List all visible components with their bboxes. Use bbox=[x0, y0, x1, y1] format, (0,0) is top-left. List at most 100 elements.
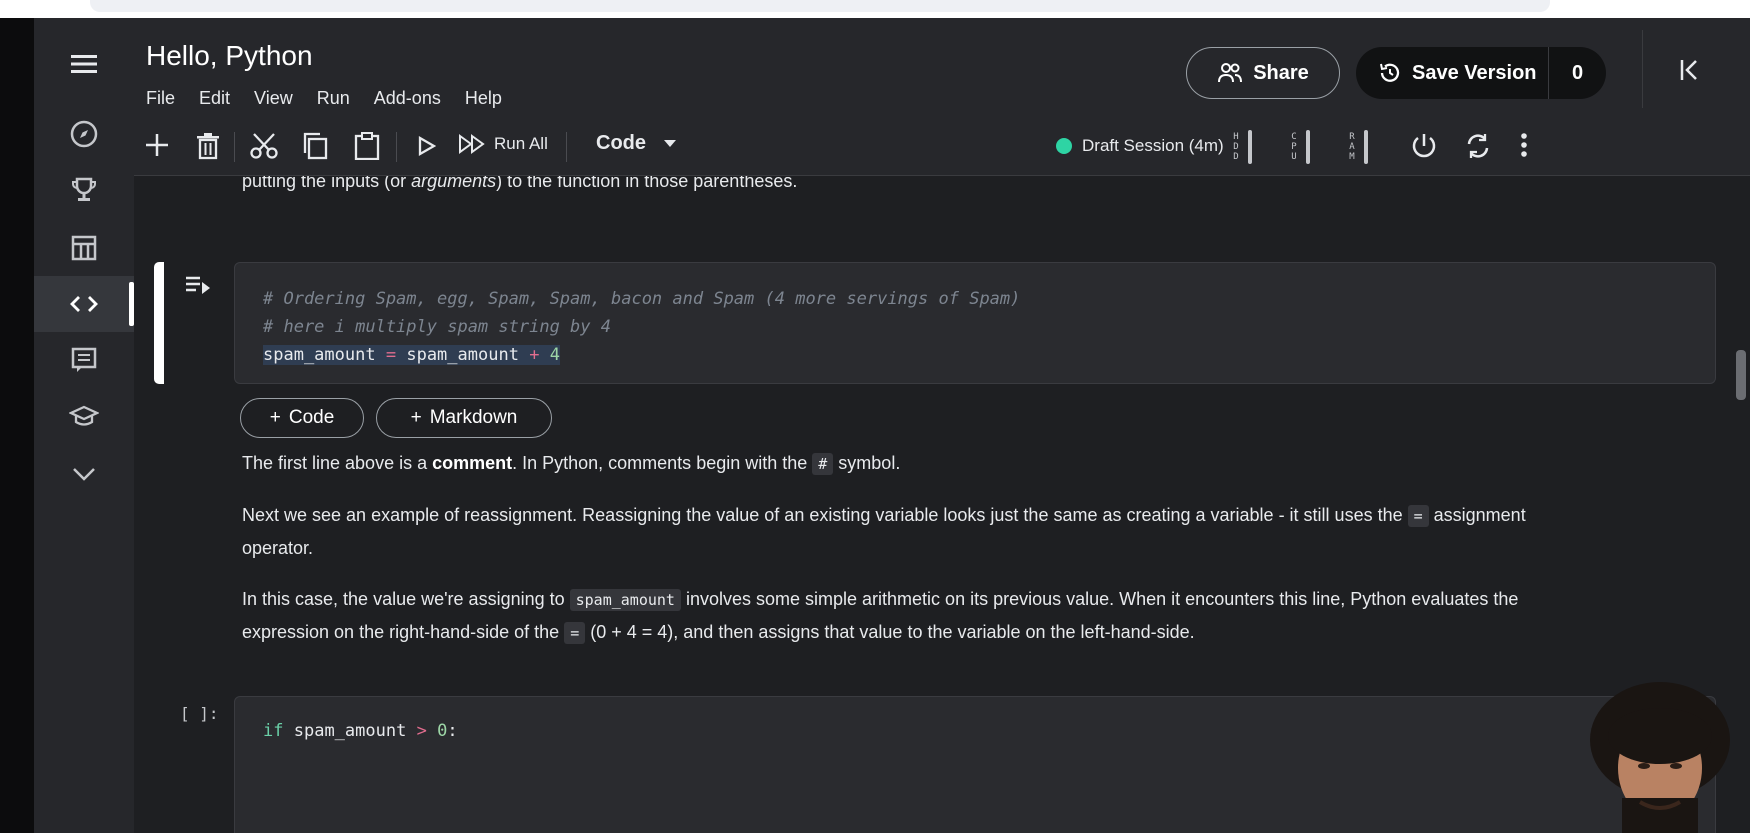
active-cell-indicator bbox=[154, 262, 164, 384]
scrollbar-thumb[interactable] bbox=[1736, 350, 1746, 400]
trophy-icon[interactable] bbox=[34, 162, 134, 218]
menu-view[interactable]: View bbox=[254, 88, 293, 109]
paste-icon[interactable] bbox=[354, 132, 380, 160]
cpu-meter[interactable]: C P U bbox=[1290, 130, 1310, 164]
hdd-meter[interactable]: H D D bbox=[1232, 130, 1252, 164]
code-number: 4 bbox=[549, 345, 560, 365]
menu-file[interactable]: File bbox=[146, 88, 175, 109]
run-all-label: Run All bbox=[494, 134, 548, 153]
code-line-1: # Ordering Spam, egg, Spam, Spam, bacon … bbox=[263, 289, 1021, 309]
cut-icon[interactable] bbox=[250, 132, 278, 160]
markdown-cell-top[interactable]: putting the inputs (or arguments) to the… bbox=[242, 176, 797, 194]
cell2-op: > bbox=[416, 721, 427, 741]
power-icon[interactable] bbox=[1410, 132, 1438, 160]
markdown-paragraph-1: The first line above is a comment. In Py… bbox=[242, 450, 900, 477]
p1-mid: . In Python, comments begin with the bbox=[512, 453, 813, 473]
p1-pre: The first line above is a bbox=[242, 453, 433, 473]
compass-icon[interactable] bbox=[34, 106, 134, 162]
browser-chrome bbox=[0, 0, 1750, 18]
learn-cap-icon[interactable] bbox=[34, 388, 134, 444]
cell2-colon: : bbox=[447, 721, 458, 741]
save-version-button[interactable]: Save Version 0 bbox=[1356, 47, 1606, 99]
more-options-icon[interactable] bbox=[1520, 132, 1528, 158]
code-line-2: # here i multiply spam string by 4 bbox=[263, 317, 611, 337]
share-label: Share bbox=[1253, 61, 1309, 84]
delete-icon[interactable] bbox=[196, 132, 220, 160]
p3-post: involves some simple arithmetic on its p… bbox=[680, 589, 1519, 609]
code-line-3: spam_amount = spam_amount + 4 bbox=[263, 345, 560, 365]
caret-down-icon bbox=[664, 139, 676, 147]
collapse-panel-icon[interactable] bbox=[1678, 58, 1702, 87]
p3-line2-code: = bbox=[564, 622, 586, 644]
restart-icon[interactable] bbox=[1464, 132, 1492, 160]
cell2-number: 0 bbox=[437, 721, 448, 741]
session-label: Draft Session (4m) bbox=[1082, 136, 1224, 155]
menu-run[interactable]: Run bbox=[317, 88, 350, 109]
hdd-label: H D D bbox=[1233, 132, 1239, 162]
table-icon[interactable] bbox=[34, 220, 134, 276]
chevron-down-icon[interactable] bbox=[34, 446, 134, 502]
hamburger-menu-icon[interactable] bbox=[34, 36, 134, 92]
cell2-var: spam_amount bbox=[293, 721, 407, 741]
md-top-em: arguments bbox=[411, 176, 497, 191]
run-all-button[interactable]: Run All bbox=[458, 134, 548, 154]
ram-bar bbox=[1364, 130, 1368, 164]
copy-icon[interactable] bbox=[302, 132, 328, 160]
save-version-count[interactable]: 0 bbox=[1548, 47, 1606, 99]
ram-meter[interactable]: R A M bbox=[1348, 130, 1368, 164]
code-cell-editor[interactable]: # Ordering Spam, egg, Spam, Spam, bacon … bbox=[234, 262, 1716, 384]
menu-help[interactable]: Help bbox=[465, 88, 502, 109]
discussion-icon[interactable] bbox=[34, 332, 134, 388]
menu-bar: File Edit View Run Add-ons Help bbox=[146, 88, 502, 109]
menu-add-ons[interactable]: Add-ons bbox=[374, 88, 441, 109]
p3-code: spam_amount bbox=[569, 589, 681, 611]
p2-code: = bbox=[1407, 505, 1429, 527]
add-cell-icon[interactable] bbox=[144, 132, 170, 158]
ram-label: R A M bbox=[1349, 132, 1355, 162]
cell-type-label: Code bbox=[596, 132, 646, 154]
cell2-keyword: if bbox=[263, 721, 284, 741]
notebook-toolbar: Run All Code Draft Session (4m) H D D C … bbox=[134, 118, 1750, 176]
hdd-bar bbox=[1248, 130, 1252, 164]
notebook-title[interactable]: Hello, Python bbox=[146, 40, 313, 72]
share-button[interactable]: Share bbox=[1186, 47, 1340, 99]
cell-output-toggle-icon[interactable] bbox=[184, 274, 212, 301]
plus-icon: + bbox=[410, 407, 422, 428]
notebook-content: putting the inputs (or arguments) to the… bbox=[134, 176, 1734, 833]
cell-execution-prompt: [ ]: bbox=[180, 704, 219, 723]
notebook-header: Hello, Python File Edit View Run Add-ons… bbox=[134, 18, 1750, 176]
add-markdown-cell-button[interactable]: + Markdown bbox=[376, 398, 552, 438]
add-code-cell-button[interactable]: + Code bbox=[240, 398, 364, 438]
session-status[interactable]: Draft Session (4m) bbox=[1056, 136, 1224, 156]
markdown-paragraph-3: In this case, the value we're assigning … bbox=[242, 586, 1722, 646]
add-markdown-label: Markdown bbox=[429, 407, 518, 428]
md-top-tail: ) to the function in those parentheses. bbox=[496, 176, 798, 191]
p1-code: # bbox=[812, 453, 834, 475]
p2-post: assignment bbox=[1428, 505, 1526, 525]
code-plus-op: + bbox=[529, 345, 540, 365]
p3-pre: In this case, the value we're assigning … bbox=[242, 589, 570, 609]
save-version-label: Save Version bbox=[1412, 61, 1537, 84]
code-cell-2-editor[interactable]: if spam_amount > 0: bbox=[234, 696, 1716, 833]
p3-line2-pre: expression on the right-hand-side of the bbox=[242, 622, 565, 642]
cpu-label: C P U bbox=[1291, 132, 1297, 162]
p1-bold: comment bbox=[432, 453, 513, 473]
presenter-webcam-image bbox=[1560, 680, 1750, 833]
fast-forward-icon bbox=[459, 134, 485, 154]
md-top-text: putting the inputs (or bbox=[242, 176, 412, 191]
markdown-paragraph-2: Next we see an example of reassignment. … bbox=[242, 502, 1722, 561]
run-cell-icon[interactable] bbox=[418, 136, 436, 156]
cell-type-select[interactable]: Code bbox=[596, 132, 676, 155]
p1-post: symbol. bbox=[833, 453, 901, 473]
code-assign-op: = bbox=[385, 345, 397, 365]
people-icon bbox=[1218, 63, 1243, 83]
code-icon[interactable] bbox=[34, 276, 134, 332]
cell2-code-line: if spam_amount > 0: bbox=[263, 721, 458, 741]
code-var-2: spam_amount bbox=[406, 345, 519, 365]
p3-line2-post: (0 + 4 = 4), and then assigns that value… bbox=[585, 622, 1195, 642]
menu-edit[interactable]: Edit bbox=[199, 88, 230, 109]
left-sidebar bbox=[34, 18, 134, 833]
screen-edge bbox=[0, 18, 34, 833]
session-status-dot bbox=[1056, 138, 1072, 154]
code-var: spam_amount bbox=[263, 345, 376, 365]
